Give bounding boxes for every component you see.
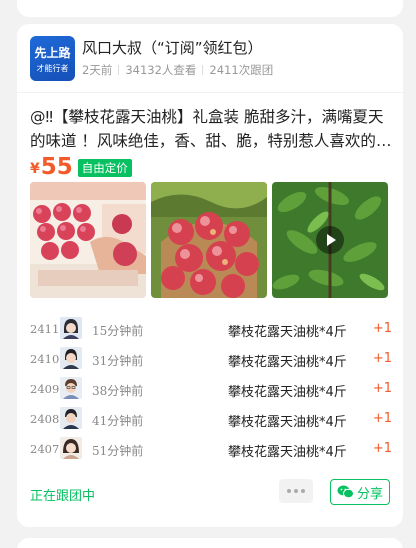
dot — [287, 489, 291, 493]
wechat-icon — [337, 485, 354, 499]
order-row: 2408 41分钟前 攀枝花露天油桃*4斤 +1 — [30, 406, 392, 434]
order-item: 攀枝花露天油桃*4斤 — [228, 445, 347, 460]
product-description[interactable]: @‼【攀枝花露天油桃】礼盒装 脆甜多汁，满嘴夏天的味道 ！风味绝佳，香、甜、脆，… — [30, 105, 392, 153]
order-item: 攀枝花露天油桃*4斤 — [228, 385, 347, 400]
buyer-avatar — [60, 377, 82, 399]
order-quantity: +1 — [372, 441, 392, 456]
order-quantity: +1 — [372, 381, 392, 396]
order-item: 攀枝花露天油桃*4斤 — [228, 325, 347, 340]
order-row: 2407 51分钟前 攀枝花露天油桃*4斤 +1 — [30, 436, 392, 464]
order-quantity: +1 — [372, 351, 392, 366]
order-item: 攀枝花露天油桃*4斤 — [228, 355, 347, 370]
avatar-girl-long-hair-icon — [60, 437, 82, 459]
dot — [294, 489, 298, 493]
author-avatar[interactable]: 先上路 才能行者 — [30, 36, 75, 81]
next-post-card — [17, 538, 403, 548]
buyer-avatar — [60, 347, 82, 369]
order-time: 38分钟前 — [92, 384, 144, 398]
price-tag-badge: 自由定价 — [77, 159, 132, 177]
order-index: 2409 — [30, 382, 60, 396]
product-image-basket[interactable] — [151, 182, 267, 298]
follow-count: 2411次跟团 — [209, 63, 274, 77]
order-time: 51分钟前 — [92, 444, 144, 458]
currency-symbol: ¥ — [30, 161, 40, 177]
buyer-avatar — [60, 317, 82, 339]
order-index: 2410 — [30, 352, 60, 366]
price-row: ¥ 55 自由定价 — [30, 154, 132, 180]
group-status: 正在跟团中 — [30, 489, 96, 504]
order-quantity: +1 — [372, 411, 392, 426]
buyer-avatar — [60, 407, 82, 429]
play-icon[interactable] — [316, 226, 344, 254]
order-row: 2411 15分钟前 攀枝花露天油桃*4斤 +1 — [30, 316, 392, 344]
order-time: 15分钟前 — [92, 324, 144, 338]
avatar-girl-dark-hair-icon — [60, 317, 82, 339]
product-video-orchard[interactable] — [272, 182, 388, 298]
group-buy-post-card[interactable]: 先上路 才能行者 风口大叔（“订阅”领红包） 2天前 34132人查看 2411… — [17, 24, 403, 527]
order-time: 41分钟前 — [92, 414, 144, 428]
order-index: 2411 — [30, 322, 60, 336]
view-count: 34132人查看 — [125, 63, 197, 77]
avatar-girl-ponytail-icon — [60, 347, 82, 369]
peach-basket-illustration — [151, 182, 267, 298]
order-quantity: +1 — [372, 321, 392, 336]
previous-post-card — [17, 0, 403, 17]
post-time: 2天前 — [82, 63, 113, 77]
order-index: 2408 — [30, 412, 60, 426]
price-value: 55 — [40, 154, 73, 180]
avatar-boy-shirt-icon — [60, 407, 82, 429]
header-divider — [17, 92, 403, 93]
order-item: 攀枝花露天油桃*4斤 — [228, 415, 347, 430]
more-options-button[interactable] — [279, 479, 313, 503]
dot — [301, 489, 305, 493]
share-button[interactable]: 分享 — [330, 479, 390, 505]
avatar-boy-glasses-icon — [60, 377, 82, 399]
order-time: 31分钟前 — [92, 354, 144, 368]
order-row: 2409 38分钟前 攀枝花露天油桃*4斤 +1 — [30, 376, 392, 404]
share-label: 分享 — [356, 486, 383, 502]
meta-divider — [202, 65, 204, 75]
order-row: 2410 31分钟前 攀枝花露天油桃*4斤 +1 — [30, 346, 392, 374]
author-name[interactable]: 风口大叔（“订阅”领红包） — [82, 37, 263, 58]
product-image-gift-box[interactable] — [30, 182, 146, 298]
peach-gift-box-illustration — [30, 182, 146, 298]
order-index: 2407 — [30, 442, 60, 456]
meta-divider — [118, 65, 120, 75]
post-meta: 2天前 34132人查看 2411次跟团 — [82, 62, 273, 78]
logo-subtitle-text: 才能行者 — [36, 64, 69, 73]
logo-title-text: 先上路 — [34, 46, 71, 60]
buyer-avatar — [60, 437, 82, 459]
